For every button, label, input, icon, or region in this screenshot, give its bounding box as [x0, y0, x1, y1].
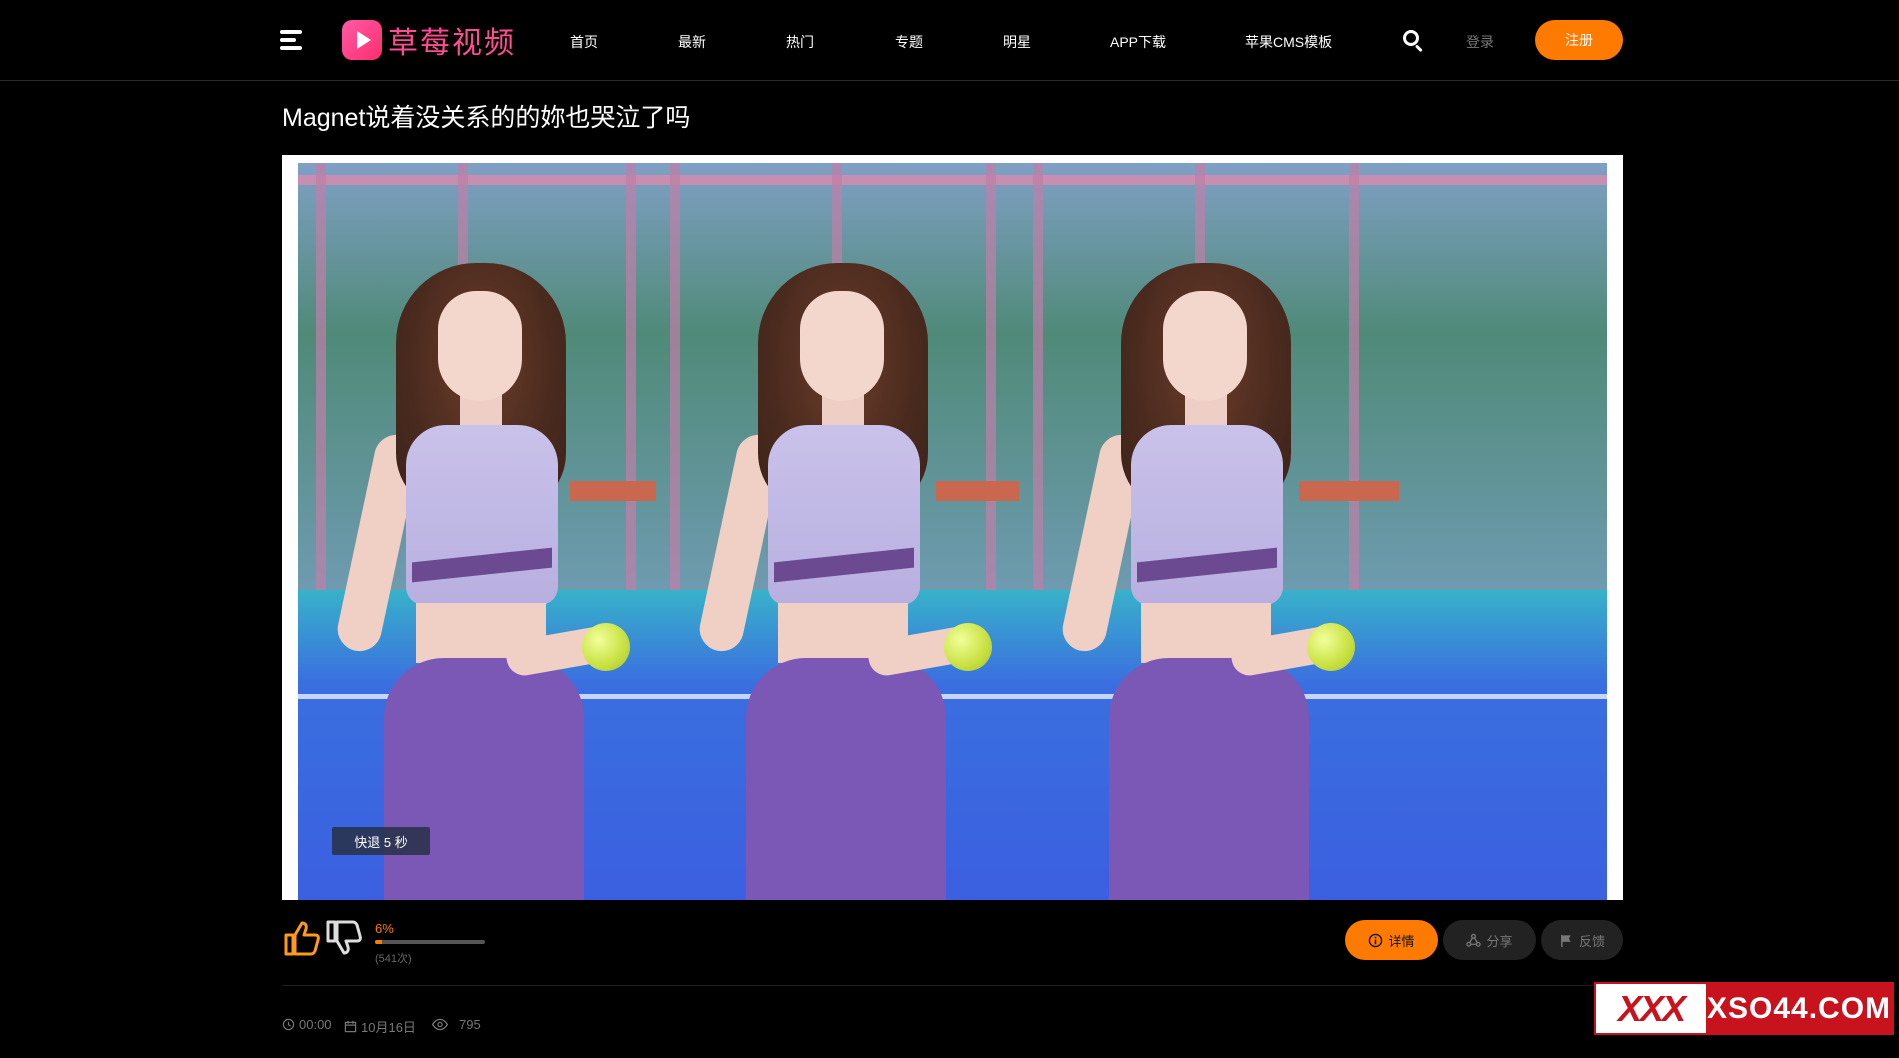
rating-bar-fill — [375, 940, 382, 944]
meta-duration: 00:00 — [282, 1017, 332, 1032]
detail-button[interactable]: 详情 — [1345, 920, 1438, 960]
video-title: Magnet说着没关系的的妳也哭泣了吗 — [282, 104, 691, 132]
feedback-button[interactable]: 反馈 — [1541, 920, 1623, 960]
video-panel — [1019, 163, 1607, 900]
video-frame[interactable]: 快退 5 秒 — [298, 163, 1607, 900]
watermark-text: XSO44.COM — [1706, 984, 1892, 1033]
duration-text: 00:00 — [299, 1017, 332, 1032]
nav-item-topics[interactable]: 专题 — [895, 32, 923, 52]
nav-item-latest[interactable]: 最新 — [678, 32, 706, 52]
meta-views: 795 — [431, 1017, 481, 1032]
nav-item-cms-template[interactable]: 苹果CMS模板 — [1245, 32, 1332, 52]
nav-item-hot[interactable]: 热门 — [786, 32, 814, 52]
clock-icon — [282, 1018, 295, 1031]
nav-item-app-download[interactable]: APP下载 — [1110, 32, 1166, 52]
video-panel — [298, 163, 656, 900]
info-icon — [1369, 933, 1383, 947]
rating-bar — [375, 940, 485, 944]
nav-item-stars[interactable]: 明星 — [1003, 32, 1031, 52]
menu-icon[interactable] — [280, 28, 304, 52]
rating-count: (541次) — [375, 953, 412, 965]
thumbs-down-icon[interactable] — [324, 918, 364, 958]
watermark-logo: XXX — [1596, 984, 1706, 1033]
rating-percent: 6% — [375, 921, 394, 936]
search-icon[interactable] — [1402, 29, 1424, 53]
nav-item-home[interactable]: 首页 — [570, 32, 598, 52]
top-header: 草莓视频 首页 最新 热门 专题 明星 APP下载 苹果CMS模板 登录 注册 — [0, 0, 1899, 81]
divider — [282, 985, 1623, 986]
meta-date: 10月16日 — [344, 1017, 416, 1036]
login-link[interactable]: 登录 — [1466, 32, 1494, 52]
watermark-logo-text: XXX — [1617, 987, 1686, 1029]
calendar-icon — [344, 1020, 357, 1033]
feedback-label: 反馈 — [1578, 933, 1605, 949]
share-label: 分享 — [1486, 933, 1513, 949]
video-panel — [656, 163, 1019, 900]
views-text: 795 — [459, 1017, 481, 1032]
watermark-ad[interactable]: XXX XSO44.COM — [1594, 982, 1894, 1035]
detail-label: 详情 — [1388, 933, 1415, 949]
share-icon — [1466, 933, 1482, 947]
share-button[interactable]: 分享 — [1443, 920, 1536, 960]
play-logo-icon — [342, 20, 382, 60]
logo-text: 草莓视频 — [388, 27, 516, 60]
eye-icon — [431, 1018, 449, 1031]
rewind-tooltip: 快退 5 秒 — [332, 827, 430, 855]
thumbs-up-icon[interactable] — [282, 918, 322, 958]
register-button[interactable]: 注册 — [1535, 20, 1623, 60]
flag-icon — [1561, 934, 1571, 947]
site-logo[interactable]: 草莓视频 — [342, 20, 516, 60]
date-text: 10月16日 — [361, 1020, 416, 1035]
video-player: 快退 5 秒 — [282, 155, 1623, 900]
